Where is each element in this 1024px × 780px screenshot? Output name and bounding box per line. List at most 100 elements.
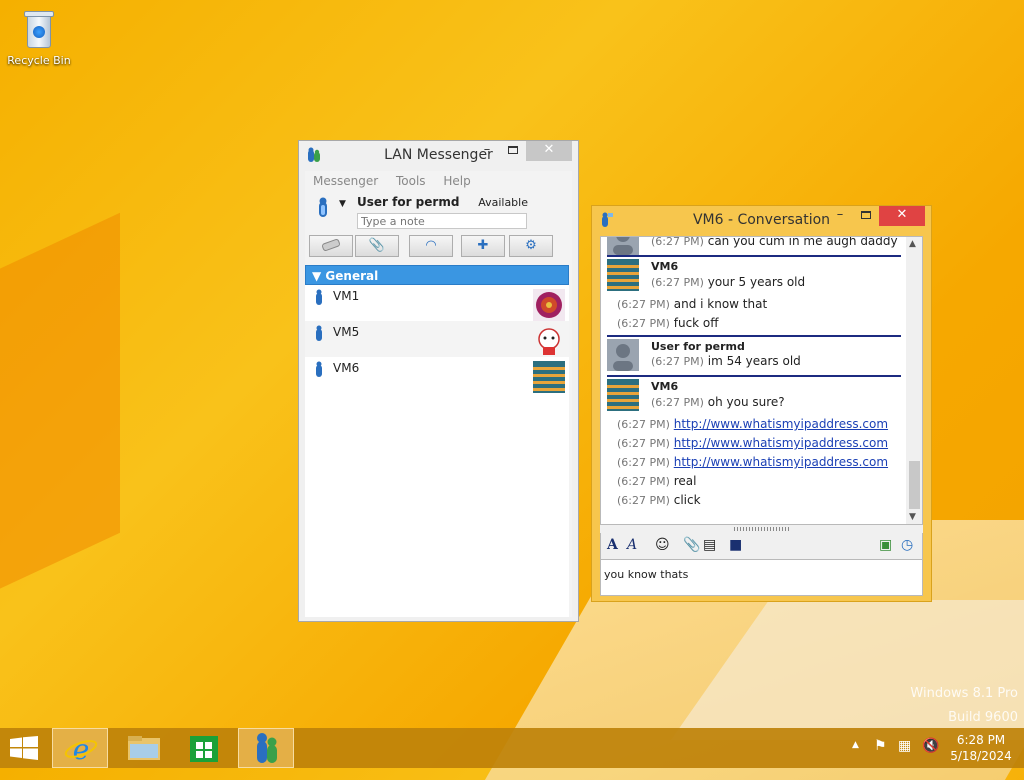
contact-item-vm1[interactable]: VM1 <box>305 285 569 321</box>
message-history[interactable]: (6:27 PM) can you cum in me augh daddy V… <box>600 236 923 525</box>
volume-muted-icon[interactable]: 🔇 <box>922 738 939 778</box>
broadcast-button[interactable] <box>309 235 353 257</box>
contact-name: VM5 <box>333 325 360 339</box>
message-line: (6:27 PM) oh you sure? <box>651 395 785 409</box>
contact-item-vm6[interactable]: VM6 <box>305 357 569 393</box>
contact-item-vm5[interactable]: VM5 <box>305 321 569 357</box>
lan-messenger-window: LAN Messenger – ✕ Messenger Tools Help ▼… <box>298 140 579 622</box>
lan-titlebar[interactable]: LAN Messenger – ✕ <box>299 141 578 169</box>
ip-link[interactable]: http://www.whatismyipaddress.com <box>674 417 888 431</box>
scroll-thumb[interactable] <box>909 461 920 509</box>
pane-splitter[interactable] <box>600 525 923 533</box>
user-status-text[interactable]: Available <box>478 196 528 209</box>
recycle-bin-shortcut[interactable]: Recycle Bin <box>6 6 72 67</box>
file-transfer-button[interactable]: 📎 <box>355 235 399 257</box>
add-contact-button[interactable]: ✚ <box>461 235 505 257</box>
send-folder-icon[interactable]: ▤ <box>703 537 716 553</box>
message-line: (6:27 PM) can you cum in me augh daddy <box>651 236 898 248</box>
message-separator <box>607 255 901 257</box>
taskbar-store[interactable] <box>176 728 232 768</box>
menu-help[interactable]: Help <box>443 171 470 191</box>
close-button[interactable]: ✕ <box>526 141 572 161</box>
menu-messenger[interactable]: Messenger <box>313 171 378 191</box>
font-color-icon[interactable]: A <box>627 537 637 553</box>
contact-name: VM1 <box>333 289 360 303</box>
users-add-icon: ✚ <box>477 238 489 253</box>
rss-icon: ◠ <box>425 238 437 253</box>
conversation-titlebar[interactable]: VM6 - Conversation – ✕ <box>592 206 931 234</box>
status-dropdown-icon[interactable]: ▼ <box>339 199 346 209</box>
message-separator <box>607 375 901 377</box>
user-status-icon[interactable] <box>317 197 329 217</box>
history-icon[interactable]: ◷ <box>901 537 913 553</box>
message-sender: User for permd <box>651 340 745 353</box>
contact-avatar-ball <box>533 289 565 321</box>
svg-text:e: e <box>73 733 90 766</box>
scroll-down-icon[interactable]: ▼ <box>909 512 916 522</box>
group-header-general[interactable]: ▼ General <box>305 265 569 285</box>
contact-name: VM6 <box>333 361 360 375</box>
group-name: General <box>325 269 379 283</box>
scroll-up-icon[interactable]: ▲ <box>909 239 916 249</box>
message-line: (6:27 PM) and i know that <box>617 297 768 311</box>
os-watermark-line2: Build 9600 <box>948 710 1018 725</box>
contact-avatar-stairs <box>533 361 565 393</box>
tray-overflow-icon[interactable]: ▲ <box>852 740 859 780</box>
maximize-button[interactable] <box>500 141 526 161</box>
wallpaper-shape <box>0 212 120 608</box>
taskbar-internet-explorer[interactable]: e <box>52 728 108 768</box>
add-note-icon[interactable]: ▣ <box>879 537 892 553</box>
ip-link[interactable]: http://www.whatismyipaddress.com <box>674 436 888 450</box>
menu-tools[interactable]: Tools <box>396 171 426 191</box>
message-line: (6:27 PM) your 5 years old <box>651 275 806 289</box>
windows-start-icon[interactable] <box>10 736 38 760</box>
message-link-line: (6:27 PM) http://www.whatismyipaddress.c… <box>617 455 889 469</box>
contact-online-icon <box>316 289 322 305</box>
message-sender: VM6 <box>651 260 679 273</box>
maximize-button[interactable] <box>853 206 879 226</box>
recycle-bin-icon <box>23 8 55 50</box>
ip-link[interactable]: http://www.whatismyipaddress.com <box>674 455 888 469</box>
clock-date: 5/18/2024 <box>950 749 1012 763</box>
message-scrollbar[interactable]: ▲ ▼ <box>906 237 922 524</box>
message-link-line: (6:27 PM) http://www.whatismyipaddress.c… <box>617 417 889 431</box>
clock-time: 6:28 PM <box>956 733 1006 747</box>
feed-button[interactable]: ◠ <box>409 235 453 257</box>
font-icon[interactable]: A <box>607 537 618 553</box>
contact-avatar-cat <box>533 325 565 357</box>
message-line: (6:27 PM) click <box>617 493 701 507</box>
user-avatar <box>607 237 639 255</box>
user-status-row: ▼ User for permd Available <box>305 191 572 231</box>
note-input[interactable] <box>357 213 527 229</box>
toolbar: 📎 ◠ ✚ ⚙ <box>305 231 572 261</box>
close-button[interactable]: ✕ <box>879 206 925 226</box>
taskbar-clock[interactable]: 6:28 PM 5/18/2024 <box>946 732 1016 764</box>
action-center-flag-icon[interactable]: ⚑ <box>874 738 887 778</box>
network-icon[interactable]: ▦ <box>898 738 911 778</box>
contact-list: VM1 VM5 VM6 <box>305 285 569 617</box>
os-watermark-line1: Windows 8.1 Pro <box>910 686 1018 701</box>
eraser-icon <box>321 238 341 252</box>
taskbar: e ▲ ⚑ ▦ 🔇 6:28 PM 5/18/2024 <box>0 728 1024 768</box>
message-separator <box>607 335 901 337</box>
folder-icon <box>128 736 160 760</box>
settings-button[interactable]: ⚙ <box>509 235 553 257</box>
taskbar-lan-messenger[interactable] <box>238 728 294 768</box>
minimize-button[interactable]: – <box>474 141 500 161</box>
message-line: (6:27 PM) real <box>617 474 697 488</box>
message-input[interactable]: you know thats <box>600 559 923 596</box>
message-sender: VM6 <box>651 380 679 393</box>
taskbar-file-explorer[interactable] <box>116 728 172 768</box>
store-icon <box>190 736 218 762</box>
gear-icon: ⚙ <box>525 238 537 253</box>
message-link-line: (6:27 PM) http://www.whatismyipaddress.c… <box>617 436 889 450</box>
recycle-bin-label: Recycle Bin <box>7 54 71 67</box>
emoticon-icon[interactable]: ☺ <box>655 537 670 553</box>
contact-online-icon <box>316 325 322 341</box>
save-icon[interactable]: ■ <box>729 537 742 553</box>
message-line: (6:27 PM) fuck off <box>617 316 719 330</box>
minimize-button[interactable]: – <box>827 206 853 226</box>
vm6-avatar <box>607 259 639 291</box>
format-toolbar: A A ☺ 📎 ▤ ■ ▣ ◷ <box>600 533 923 559</box>
attach-file-icon[interactable]: 📎 <box>683 537 700 553</box>
